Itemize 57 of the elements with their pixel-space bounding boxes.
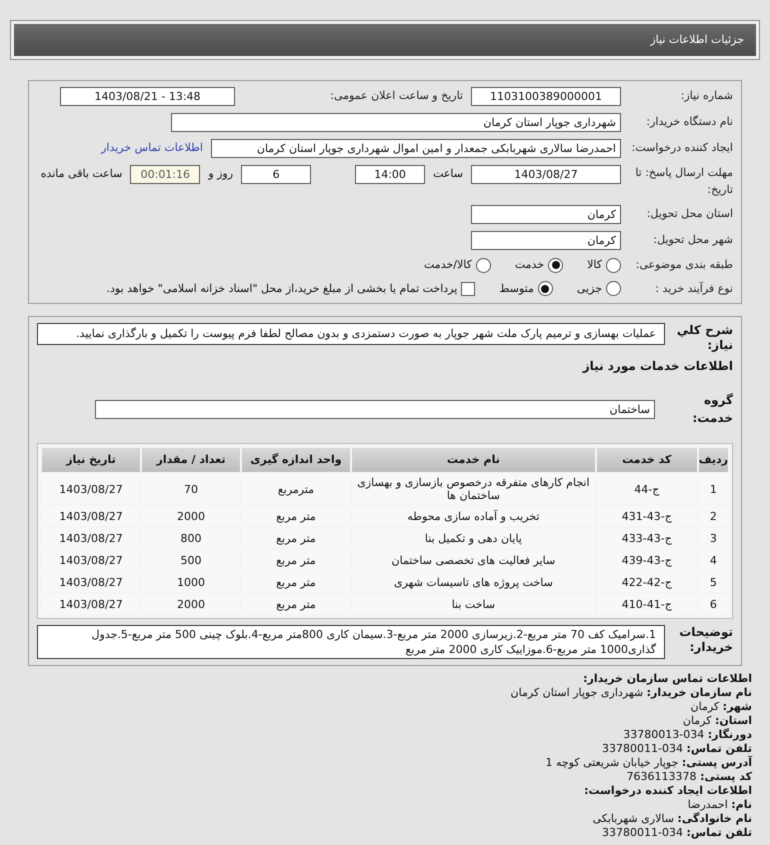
radio-label: کالا xyxy=(587,257,602,273)
checkbox-label: پرداخت تمام یا بخشی از مبلغ خرید،از محل "اسناد خزانه اسلامی" خواهد بود. xyxy=(106,280,458,297)
creator-line: نام خانوادگی: سالاری شهربابکی xyxy=(592,812,752,826)
buyer-org-field[interactable]: شهرداری جوپار استان کرمان xyxy=(171,113,621,132)
service-group-field[interactable]: ساختمان xyxy=(95,400,655,418)
creator-title: اطلاعات ایجاد کننده درخواست: xyxy=(583,784,752,798)
need-number-field[interactable]: 1103100389000001 xyxy=(471,87,621,106)
header-title: جزئیات اطلاعات نیاز xyxy=(14,24,756,56)
buyer-notes-label: توضیحات خریدار: xyxy=(678,625,733,655)
field-label: ایجاد کننده درخواست: xyxy=(630,140,733,156)
province-field[interactable]: کرمان xyxy=(471,205,621,224)
radio-button[interactable] xyxy=(606,281,621,296)
contact-line: نام سازمان خریدار: شهرداری جوپار استان کرمان xyxy=(510,686,752,700)
column-header: ردیف xyxy=(698,448,728,472)
service-group-label: گروه خدمت: xyxy=(691,392,733,427)
city-field[interactable]: کرمان xyxy=(471,231,621,250)
column-header: نام خدمت xyxy=(352,448,595,472)
contact-line: استان: کرمان xyxy=(682,714,752,728)
days-field[interactable]: 6 xyxy=(241,165,312,184)
remaining-time-field[interactable]: 00:01:16 xyxy=(130,165,200,184)
radio-label: خدمت xyxy=(514,257,544,273)
contact-line: آدرس پستی: جوپار خیابان شریعتی کوچه 1 xyxy=(544,756,752,770)
requester-field[interactable]: احمدرضا سالاری شهربابکی جمعدار و امین اموال شهرداری جوپار استان کرمان xyxy=(211,139,621,158)
radio-label: متوسط xyxy=(499,280,534,297)
summary-label: شرح کلي نياز: xyxy=(676,323,733,353)
days-label: روز و xyxy=(208,166,234,182)
buyer-contact-link[interactable]: اطلاعات تماس خریدار xyxy=(101,140,203,157)
field-label: مهلت ارسال پاسخ: تا تاریخ: xyxy=(634,165,733,198)
announce-date-field[interactable]: 1403/08/21 - 13:48 xyxy=(60,87,235,106)
contact-line: شهر: کرمان xyxy=(690,700,752,714)
column-header: واحد اندازه گیری xyxy=(242,448,350,472)
field-label: استان محل تحویل: xyxy=(646,206,733,222)
deadline-date-field[interactable]: 1403/08/27 xyxy=(471,165,621,184)
column-header: تعداد / مقدار xyxy=(142,448,240,472)
column-header: تاریخ نیاز xyxy=(42,448,140,472)
radio-label: کالا/خدمت xyxy=(424,257,472,273)
field-label: تاریخ و ساعت اعلان عمومی: xyxy=(329,88,463,104)
field-label: نام دستگاه خریدار: xyxy=(645,114,733,130)
contact-title: اطلاعات تماس سازمان خریدار: xyxy=(582,672,752,686)
buyer-notes-field: 1.سرامیک کف 70 متر مربع-2.زیرسازی 2000 متر مربع-3.سیمان کاری 800متر مربع-4.بلوک چینی 500 متر مربع-5.جدول گذاری1000 متر مربع-6.موزاییک کاری 2000 متر مربع xyxy=(37,625,665,659)
radio-button[interactable] xyxy=(538,281,553,296)
field-label: شماره نیاز: xyxy=(680,88,733,104)
field-label: شهر محل تحویل: xyxy=(652,232,733,248)
field-label: نوع فرآیند خرید : xyxy=(654,280,733,297)
summary-field: عملیات بهسازی و ترمیم پارک ملت شهر جوپار به صورت دستمزدی و بدون مصالح لطفا فرم پیوست را تکمیل و بارگذاری نمایید. xyxy=(37,323,665,345)
field-label: طبقه بندی موضوعی: xyxy=(634,257,733,273)
radio-label: جزیی xyxy=(576,280,602,297)
radio-button[interactable] xyxy=(476,258,491,273)
radio-button[interactable] xyxy=(606,258,621,273)
deadline-time-field[interactable]: 14:00 xyxy=(355,165,426,184)
checkbox[interactable] xyxy=(461,282,476,296)
time-label: ساعت xyxy=(433,166,463,182)
services-title: اطلاعات خدمات مورد نیاز xyxy=(581,358,733,375)
remaining-label: ساعت باقی مانده xyxy=(40,166,122,182)
column-header: کد خدمت xyxy=(596,448,697,472)
creator-line: نام: احمدرضا xyxy=(686,798,752,812)
radio-button[interactable] xyxy=(548,258,564,273)
